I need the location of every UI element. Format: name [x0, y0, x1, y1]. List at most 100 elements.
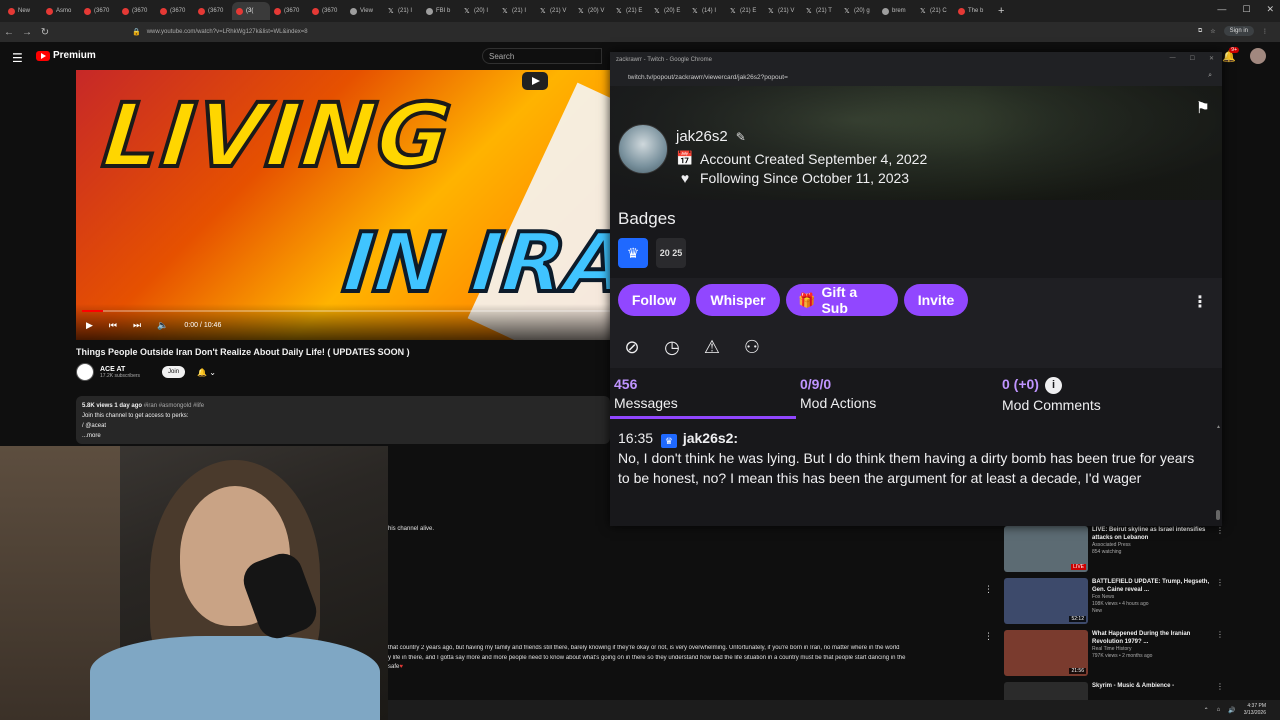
thumbnail-play-icon[interactable]: [522, 72, 548, 90]
subscribe-bell-icon[interactable]: 🔔 ⌄: [197, 368, 216, 377]
browser-tab[interactable]: (3670: [308, 2, 346, 20]
browser-tab[interactable]: 𝕏 (21) V: [764, 2, 802, 20]
browser-tab[interactable]: 𝕏 (20) E: [650, 2, 688, 20]
extensions-icon[interactable]: ⧉: [1198, 28, 1202, 35]
tab-mod-comments[interactable]: 0 (+0) i Mod Comments: [1002, 376, 1101, 413]
recommended-menu-icon[interactable]: ⋮: [1216, 630, 1224, 682]
browser-tab[interactable]: 𝕏 (20) I: [460, 2, 498, 20]
browser-tab[interactable]: FBI b: [422, 2, 460, 20]
menu-icon[interactable]: ☰: [12, 51, 23, 65]
forward-icon[interactable]: →: [18, 27, 36, 38]
close-icon[interactable]: ✕: [1266, 4, 1274, 15]
browser-tab[interactable]: (3670: [80, 2, 118, 20]
browser-tab[interactable]: 𝕏 (20) V: [574, 2, 612, 20]
browser-tab[interactable]: 𝕏 (21) C: [916, 2, 954, 20]
tab-mod-actions[interactable]: 0/9/0 Mod Actions: [800, 376, 876, 411]
description-link[interactable]: / @aceat: [82, 421, 604, 431]
browser-tab[interactable]: View: [346, 2, 384, 20]
network-icon[interactable]: ⌂: [1217, 707, 1221, 713]
video-player[interactable]: LIVING IN IRA ▶ ⏮ ⏭ 🔈 0:00 / 10:46: [76, 70, 616, 340]
edit-pencil-icon[interactable]: ✎: [736, 130, 746, 144]
back-icon[interactable]: ←: [0, 27, 18, 38]
sign-in-button[interactable]: Sign in: [1223, 26, 1254, 36]
recommended-thumbnail[interactable]: 52:12: [1004, 578, 1088, 624]
reload-icon[interactable]: ↻: [36, 27, 54, 38]
info-icon[interactable]: i: [1044, 376, 1062, 394]
user-avatar[interactable]: [618, 124, 668, 174]
recommended-menu-icon[interactable]: ⋮: [1216, 578, 1224, 630]
clock[interactable]: 4:37 PM 3/13/2026: [1244, 703, 1266, 717]
recommended-thumbnail[interactable]: LIVE: [1004, 526, 1088, 572]
invite-button[interactable]: Invite: [904, 284, 968, 316]
channel-avatar[interactable]: [76, 363, 94, 381]
browser-tab[interactable]: 𝕏 (14) I: [688, 2, 726, 20]
prime-crown-badge-icon[interactable]: ♛: [618, 238, 648, 268]
recommended-video[interactable]: LIVE LIVE: Beirut skyline as Israel inten…: [1004, 526, 1224, 578]
ban-icon[interactable]: ⊘: [622, 337, 642, 358]
scroll-up-icon[interactable]: ▲: [1216, 424, 1221, 430]
volume-icon[interactable]: 🔈: [157, 320, 168, 331]
avatar[interactable]: [1250, 48, 1266, 64]
follow-button[interactable]: Follow: [618, 284, 690, 316]
browser-tab[interactable]: (3(: [232, 2, 270, 20]
timeout-clock-icon[interactable]: ◷: [662, 337, 682, 358]
more-link[interactable]: ...more: [82, 431, 604, 441]
warn-icon[interactable]: ⚠: [702, 337, 722, 358]
browser-tab[interactable]: The b: [954, 2, 992, 20]
zoom-icon[interactable]: ⌕: [1208, 72, 1212, 80]
popout-minimize-icon[interactable]: —: [1170, 55, 1176, 62]
channel-name[interactable]: ACE AT: [100, 366, 140, 373]
recommended-thumbnail[interactable]: 21:56: [1004, 630, 1088, 676]
browser-tab[interactable]: 𝕏 (21) E: [726, 2, 764, 20]
hashtags[interactable]: #iran #asmongold #life: [144, 403, 204, 409]
recommended-menu-icon[interactable]: ⋮: [1216, 526, 1224, 578]
browser-tab[interactable]: Asmo: [42, 2, 80, 20]
browser-tab[interactable]: 𝕏 (21) I: [498, 2, 536, 20]
year-2025-badge-icon[interactable]: 20 25: [656, 238, 686, 268]
description-box[interactable]: 5.8K views 1 day ago #iran #asmongold #l…: [76, 396, 610, 444]
recommended-video[interactable]: 21:56 What Happened During the Iranian Re…: [1004, 630, 1224, 682]
tab-messages[interactable]: 456 Messages: [614, 376, 678, 411]
next-icon[interactable]: ⏭: [133, 320, 141, 331]
previous-icon[interactable]: ⏮: [109, 320, 117, 331]
message-username[interactable]: jak26s2:: [683, 430, 738, 446]
browser-tab[interactable]: 𝕏 (20) g: [840, 2, 878, 20]
new-tab-icon[interactable]: +: [998, 5, 1004, 17]
minimize-icon[interactable]: —: [1217, 4, 1226, 15]
bookmark-icon[interactable]: ☆: [1210, 28, 1215, 35]
gift-sub-button[interactable]: 🎁 Gift a Sub: [786, 284, 898, 316]
browser-tab[interactable]: 𝕏 (21) T: [802, 2, 840, 20]
play-icon[interactable]: ▶: [86, 320, 93, 331]
browser-tab[interactable]: (3670: [270, 2, 308, 20]
scrollbar-thumb[interactable]: [1216, 510, 1220, 520]
recommended-video[interactable]: 52:12 BATTLEFIELD UPDATE: Trump, Hegseth,…: [1004, 578, 1224, 630]
url-field[interactable]: 🔒 www.youtube.com/watch?v=LRhkWg127k&lis…: [132, 25, 1132, 39]
browser-menu-icon[interactable]: ⋮: [1262, 28, 1268, 35]
popout-maximize-icon[interactable]: ☐: [1190, 55, 1195, 62]
add-mod-icon[interactable]: ⚇: [742, 337, 762, 358]
more-options-icon[interactable]: ⋮: [1192, 292, 1208, 312]
browser-tab[interactable]: brem: [878, 2, 916, 20]
progress-bar[interactable]: [82, 310, 612, 312]
join-button[interactable]: Join: [162, 366, 186, 378]
scrollbar[interactable]: ▲: [1216, 424, 1221, 520]
browser-tab[interactable]: (3670: [194, 2, 232, 20]
whisper-button[interactable]: Whisper: [696, 284, 780, 316]
notifications-icon[interactable]: 🔔 9+: [1222, 46, 1239, 63]
browser-tab[interactable]: (3670: [156, 2, 194, 20]
volume-tray-icon[interactable]: 🔊: [1228, 707, 1235, 714]
youtube-logo[interactable]: Premium: [36, 50, 96, 61]
browser-tab[interactable]: 𝕏 (21) I: [384, 2, 422, 20]
comment-menu-icon[interactable]: ⋮: [984, 584, 993, 595]
comment-menu-icon[interactable]: ⋮: [984, 631, 993, 642]
browser-tab[interactable]: 𝕏 (21) V: [536, 2, 574, 20]
tray-chevron-icon[interactable]: ⌃: [1204, 707, 1209, 714]
maximize-icon[interactable]: ☐: [1242, 4, 1250, 15]
search-input[interactable]: Search: [482, 48, 602, 64]
browser-tab[interactable]: (3670: [118, 2, 156, 20]
report-flag-icon[interactable]: ⚑: [1196, 98, 1210, 118]
browser-tab[interactable]: 𝕏 (21) E: [612, 2, 650, 20]
username[interactable]: jak26s2 ✎: [676, 128, 746, 145]
popout-close-icon[interactable]: ✕: [1209, 55, 1214, 62]
browser-tab[interactable]: New: [4, 2, 42, 20]
